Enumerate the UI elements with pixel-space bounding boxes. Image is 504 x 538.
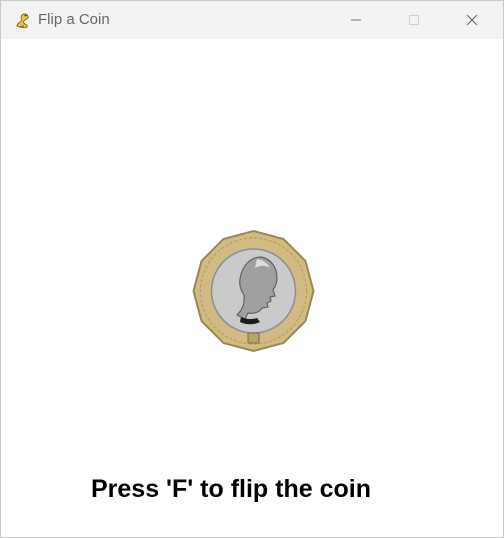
close-icon <box>466 14 478 26</box>
window-title: Flip a Coin <box>38 11 110 28</box>
instruction-text: Press 'F' to flip the coin <box>91 475 371 503</box>
game-canvas[interactable]: Press 'F' to flip the coin <box>1 39 503 537</box>
minimize-button[interactable] <box>327 1 385 39</box>
app-window: Flip a Coin Press 'F' to flip the coin <box>0 0 504 538</box>
maximize-icon <box>409 15 419 25</box>
one-pound-coin <box>192 229 315 353</box>
title-bar[interactable]: Flip a Coin <box>1 1 503 39</box>
maximize-button[interactable] <box>385 1 443 39</box>
pygame-snake-icon <box>16 13 29 29</box>
minimize-icon <box>351 19 361 21</box>
close-button[interactable] <box>443 1 501 39</box>
